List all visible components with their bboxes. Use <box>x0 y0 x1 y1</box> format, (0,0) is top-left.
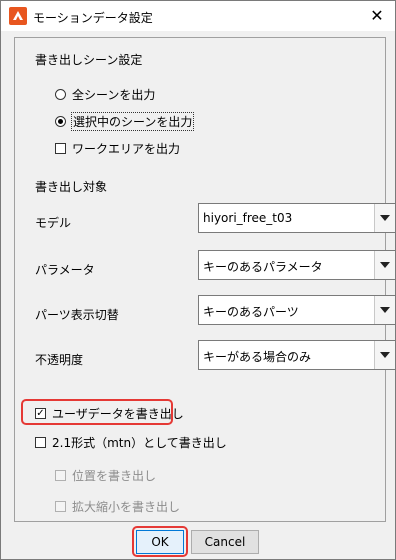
radio-all-scenes-label: 全シーンを出力 <box>72 88 156 102</box>
scene-settings-heading: 書き出しシーン設定 <box>35 53 143 67</box>
chevron-down-icon[interactable] <box>374 296 395 324</box>
motion-data-settings-dialog: モーションデータ設定 ✕ 書き出しシーン設定 全シーンを出力 選択中のシーンを出… <box>0 0 396 560</box>
parts-visibility-select[interactable]: キーのあるパーツ <box>198 295 396 325</box>
mtn-format-checkbox-row[interactable]: 2.1形式（mtn）として書き出し <box>35 434 227 451</box>
model-value: hiyori_free_t03 <box>203 211 293 225</box>
model-select[interactable]: hiyori_free_t03 <box>198 203 396 233</box>
mtn-format-label: 2.1形式（mtn）として書き出し <box>52 436 227 450</box>
model-label: モデル <box>35 216 72 230</box>
cubism-logo-icon <box>9 7 27 25</box>
chevron-down-icon[interactable] <box>374 251 395 279</box>
chevron-down-icon[interactable] <box>374 341 395 369</box>
scale-label: 拡大縮小を書き出し <box>72 500 181 514</box>
work-area-checkbox-row[interactable]: ワークエリアを出力 <box>55 140 180 157</box>
position-checkbox[interactable] <box>55 470 66 481</box>
mtn-format-checkbox[interactable] <box>35 437 46 448</box>
cancel-button[interactable]: Cancel <box>191 530 259 554</box>
radio-selected-scenes-label: 選択中のシーンを出力 <box>70 112 195 131</box>
parameter-value: キーのあるパラメータ <box>203 260 323 274</box>
work-area-label: ワークエリアを出力 <box>72 142 181 156</box>
chevron-down-icon[interactable] <box>374 204 395 232</box>
radio-button[interactable] <box>55 116 66 127</box>
parts-visibility-value: キーのあるパーツ <box>203 305 299 319</box>
opacity-select[interactable]: キーがある場合のみ <box>198 340 396 370</box>
scale-checkbox[interactable] <box>55 501 66 512</box>
work-area-checkbox[interactable] <box>55 143 66 154</box>
user-data-checkbox[interactable]: ✓ <box>35 408 46 419</box>
window-title: モーションデータ設定 <box>33 11 153 25</box>
scale-checkbox-row[interactable]: 拡大縮小を書き出し <box>55 498 180 515</box>
position-checkbox-row[interactable]: 位置を書き出し <box>55 467 156 484</box>
opacity-label: 不透明度 <box>35 353 84 367</box>
radio-selected-scenes[interactable]: 選択中のシーンを出力 <box>55 112 195 131</box>
close-button[interactable]: ✕ <box>365 5 389 27</box>
ok-button[interactable]: OK <box>136 530 184 554</box>
user-data-checkbox-row[interactable]: ✓ ユーザデータを書き出し <box>35 405 184 422</box>
user-data-label: ユーザデータを書き出し <box>52 407 184 421</box>
parts-visibility-label: パーツ表示切替 <box>35 308 119 322</box>
parameter-label: パラメータ <box>35 263 95 277</box>
export-target-heading: 書き出し対象 <box>35 180 108 194</box>
title-bar: モーションデータ設定 ✕ <box>1 1 395 31</box>
parameter-select[interactable]: キーのあるパラメータ <box>198 250 396 280</box>
settings-panel: 書き出しシーン設定 全シーンを出力 選択中のシーンを出力 ワークエリアを出力 書… <box>14 37 396 522</box>
radio-button[interactable] <box>55 89 66 100</box>
opacity-value: キーがある場合のみ <box>203 350 312 364</box>
radio-all-scenes[interactable]: 全シーンを出力 <box>55 86 155 103</box>
position-label: 位置を書き出し <box>72 469 157 483</box>
close-icon: ✕ <box>370 6 384 25</box>
